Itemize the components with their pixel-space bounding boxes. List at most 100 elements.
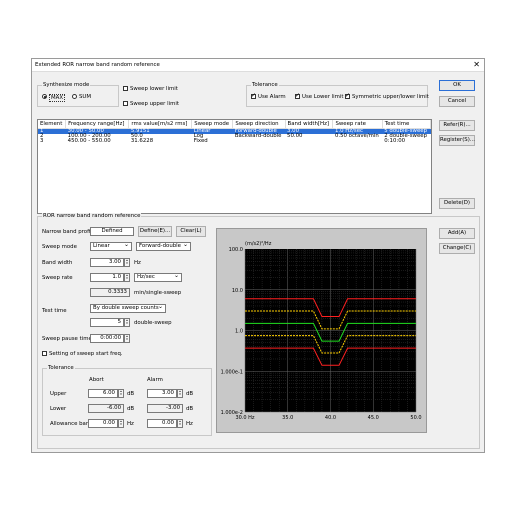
x-tick-label: 50.0 [410,415,421,421]
alarm-upper-spinner[interactable]: ▴ ▾ [177,389,183,398]
synthesize-mode-caption: Synthesize mode [42,82,91,88]
y-tick-label: 1.000e-1 [221,369,243,375]
register-button[interactable]: Register(S)... [439,135,475,146]
start-freq-checkbox[interactable] [42,351,47,356]
y-tick-label: 1.0 [235,329,243,335]
sweep-mode-select[interactable]: Linear [90,241,132,251]
double-sweep-field[interactable]: 5 [90,318,124,327]
sweep-rate-derived-unit: min/single-sweep [134,290,182,296]
tolerance-options-group: Tolerance Use Alarm Use Lower limit Symm… [246,82,429,107]
band-width-unit: Hz [134,260,141,266]
alarm-band-field[interactable]: 0.00 [147,419,177,428]
pause-field[interactable]: 0:00:00 [90,334,124,343]
use-lower-limit-checkbox[interactable] [295,92,300,99]
abort-lower-field: -6.00 [88,404,124,413]
symmetric-checkbox[interactable] [345,92,350,99]
element-list[interactable]: Element Frequency range[Hz] rms value[m/s2… [37,119,432,214]
band-width-label: Band width [42,260,73,266]
sweep-upper-checkbox[interactable] [123,101,128,106]
table-cell: 31.6228 [130,138,154,144]
allowance-band-label: Allowance band [50,421,93,427]
alarm-lower-field: -3.00 [147,404,183,413]
table-cell: 450.00 - 550.00 [67,138,111,144]
symmetric-label: Symmetric upper/lower limit [352,94,429,100]
abort-band-field[interactable]: 0.00 [88,419,118,428]
radio-sum[interactable] [72,94,77,99]
alarm-lower-unit: dB [186,406,194,412]
tolerance-group: Tolerance Abort Alarm Upper 6.00 ▴ ▾ dB 3… [42,365,212,436]
radio-max[interactable] [42,94,47,99]
delete-button[interactable]: Delete(D) [439,198,475,209]
sweep-lower-checkbox[interactable] [123,86,128,91]
use-lower-limit-label: Use Lower limit [302,94,344,100]
y-tick-label: 10.0 [232,288,243,294]
table-cell [333,139,382,144]
sweep-mode-label: Sweep mode [42,244,77,250]
chart-svg: 100.010.01.01.000e-11.000e-230.0 Hz 35.0 4… [217,229,426,432]
sweep-rate-unit-select[interactable]: Hz/sec [134,272,182,282]
tolerance-options-caption: Tolerance [251,82,279,88]
table-cell: 0.50 octave/min [334,133,379,139]
abort-header: Abort [89,377,104,383]
sweep-rate-field[interactable]: 1.0 [90,273,124,282]
sweep-lower-label: Sweep lower limit [130,86,178,92]
window-title: Extended ROR narrow band random referenc… [35,62,160,68]
upper-label: Upper [50,391,67,397]
alarm-band-unit: Hz [186,421,193,427]
band-width-spinner[interactable]: ▴ ▾ [124,258,130,267]
clear-button[interactable]: Clear(L) [176,226,206,237]
table-cell [233,139,285,144]
cancel-button[interactable]: Cancel [439,96,475,107]
x-tick-label: 30.0 Hz [235,415,254,421]
title-bar: Extended ROR narrow band random referenc… [32,59,484,72]
sweep-upper-label: Sweep upper limit [130,101,179,107]
test-time-label: Test time [42,308,67,314]
use-alarm-label: Use Alarm [258,94,286,100]
test-time-select[interactable]: By double sweep counts [90,303,166,313]
profile-label: Narrow band profile [42,229,96,235]
abort-upper-spinner[interactable]: ▴ ▾ [118,389,124,398]
x-tick-label: 40.0 [325,415,336,421]
band-width-field[interactable]: 3.00 [90,258,124,267]
pause-label: Sweep pause time [42,336,92,342]
radio-max-label: MAX [49,94,66,102]
alarm-header: Alarm [147,377,163,383]
abort-lower-unit: dB [127,406,135,412]
abort-band-unit: Hz [127,421,134,427]
abort-upper-field[interactable]: 6.00 [88,389,118,398]
table-row[interactable]: 3 450.00 - 550.00 31.6228 Fixed 0:10:00 [38,138,431,144]
x-tick-label: 45.0 [368,415,379,421]
table-body: 1 30.00 - 50.00 5.9151 Linear Forward-double… [38,128,431,145]
abort-upper-unit: dB [127,391,135,397]
refer-button[interactable]: Refer(R)... [439,120,475,131]
alarm-upper-field[interactable]: 3.00 [147,389,177,398]
profile-chart: 100.0 10.0 1.0 1.000e-1 1.000e-2 30.0 Hz 35.0 4… [216,228,427,433]
table-cell: Backward-double [234,133,282,139]
sweep-rate-derived: 0.3333 [90,288,130,297]
use-alarm-checkbox[interactable] [251,92,256,99]
close-icon[interactable]: ✕ [473,60,480,69]
radio-sum-label: SUM [79,94,92,100]
x-tick-label: 35.0 [282,415,293,421]
profile-value: Defined [90,227,134,236]
table-cell: Fixed [193,138,208,144]
alarm-upper-unit: dB [186,391,194,397]
pause-spinner[interactable]: ▴ ▾ [124,334,130,343]
sweep-rate-spinner[interactable]: ▴ ▾ [124,273,130,282]
y-tick-label: 100.0 [229,247,243,253]
table-cell [285,139,333,144]
change-button[interactable]: Change(C) [439,243,475,254]
double-sweep-spinner[interactable]: ▴ ▾ [124,318,130,327]
sweep-direction-select[interactable]: Forward-double [136,241,191,251]
alarm-band-spinner[interactable]: ▴ ▾ [177,419,183,428]
tolerance-caption: Tolerance [47,365,75,371]
define-button[interactable]: Define(E)... [138,226,172,237]
add-button[interactable]: Add(A) [439,228,475,239]
abort-band-spinner[interactable]: ▴ ▾ [118,419,124,428]
chart-y-unit: (m/s2)²/Hz [245,241,272,247]
table-cell: 3 [40,138,44,144]
lower-label: Lower [50,406,67,412]
table-cell: 0:10:00 [384,138,406,144]
ok-button[interactable]: OK [439,80,475,91]
ror-caption: ROR narrow band random reference [42,213,142,219]
